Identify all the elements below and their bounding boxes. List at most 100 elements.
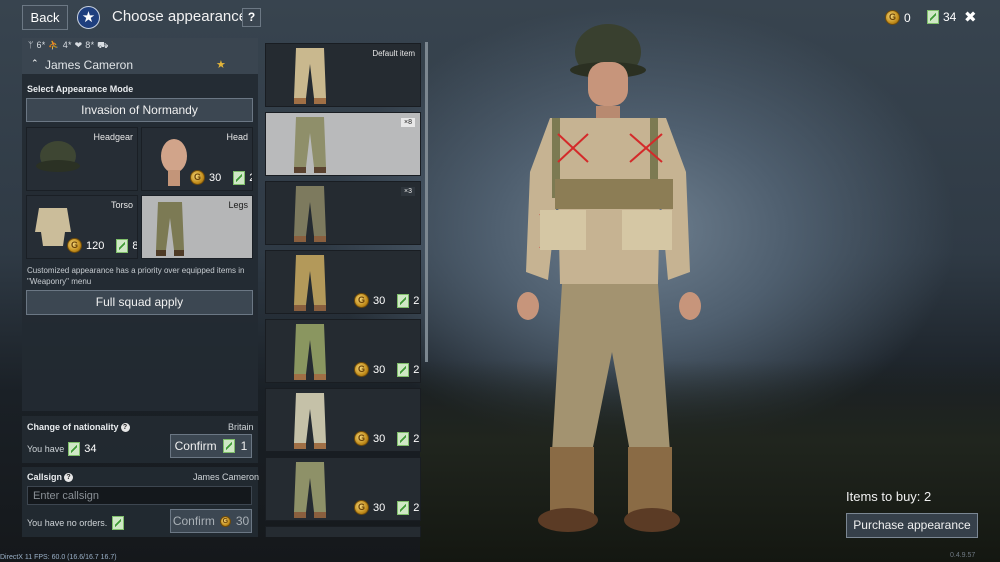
gold-cost: 30 — [373, 432, 386, 445]
slot-label: Torso — [110, 200, 133, 210]
ticket-icon — [397, 500, 410, 515]
item-price: G 30 2 — [354, 500, 419, 515]
confirm-cost: 1 — [240, 439, 248, 453]
gold-coin-icon: G — [354, 293, 369, 308]
item-variant[interactable]: ×3 — [265, 181, 421, 245]
ticket-cost: 2 — [249, 172, 252, 184]
nationality-title: Change of nationality? — [27, 422, 130, 433]
slot-headgear[interactable]: Headgear — [26, 127, 138, 191]
full-squad-apply-button[interactable]: Full squad apply — [26, 290, 253, 315]
soldier-stats: ᛘ 6* ⛹ 4* ❤ 8* ⛟ — [28, 40, 109, 50]
callsign-input[interactable] — [27, 486, 252, 505]
close-icon[interactable]: ✖ — [964, 8, 977, 26]
appearance-mode-select[interactable]: Invasion of Normandy — [26, 98, 253, 122]
item-variant[interactable]: G 30 2 — [265, 457, 421, 521]
gold-coin-icon: G — [354, 362, 369, 377]
slot-torso[interactable]: Torso G 120 8 — [26, 195, 138, 259]
no-orders-text: You have no orders. — [27, 518, 108, 528]
trousers-icon — [294, 48, 326, 104]
you-have-amount: 34 — [84, 443, 97, 455]
item-default[interactable]: Default item — [265, 43, 421, 107]
item-price: G 30 2 — [354, 431, 419, 446]
item-variant[interactable]: ×8 — [265, 112, 421, 176]
gold-cost: 120 — [86, 239, 105, 252]
item-variant[interactable]: G 30 2 — [265, 388, 421, 452]
nationality-confirm-button[interactable]: Confirm 1 — [170, 434, 252, 458]
soldier-name: James Cameron — [45, 58, 134, 72]
items-to-buy: Items to buy: 2 — [846, 489, 932, 504]
tickets-balance: 34 — [927, 10, 956, 24]
item-price: G 30 2 — [354, 293, 419, 308]
callsign-title: Callsign? — [27, 472, 74, 483]
you-have-label: You have — [27, 444, 65, 454]
ticket-icon — [222, 439, 235, 453]
ticket-icon — [68, 442, 81, 456]
debug-fps-text: DirectX 11 FPS: 60.0 (16.6/16.7 16.7) — [0, 554, 117, 561]
ticket-icon — [397, 431, 410, 446]
gold-cost: 30 — [373, 294, 386, 307]
gold-coin-icon: G — [219, 515, 231, 527]
trousers-icon — [294, 393, 326, 449]
tickets-amount: 34 — [943, 10, 957, 24]
head-icon — [161, 139, 187, 186]
nationality-balance: You have 34 — [27, 442, 96, 456]
callsign-confirm-button[interactable]: Confirm G 30 — [170, 509, 252, 533]
item-list: Default item ×8 ×3 G 30 2 G 30 2 G 30 2 … — [263, 41, 423, 537]
ticket-cost: 2 — [413, 294, 420, 307]
ticket-icon — [233, 170, 246, 185]
gold-balance: G 0 — [885, 10, 911, 25]
trousers-icon — [156, 202, 184, 256]
ticket-cost: 8 — [132, 239, 138, 252]
confirm-label: Confirm — [174, 439, 217, 453]
confirm-label: Confirm — [172, 514, 215, 528]
gold-coin-icon: G — [354, 500, 369, 515]
item-list-scrollbar[interactable] — [425, 42, 428, 362]
torso-price: G 120 8 — [67, 238, 138, 253]
help-icon[interactable]: ? — [64, 473, 74, 483]
nationality-title-text: Change of nationality — [27, 422, 119, 432]
slot-legs[interactable]: Legs — [141, 195, 253, 259]
purchase-appearance-button[interactable]: Purchase appearance — [846, 513, 978, 538]
nationality-country: Britain — [228, 422, 254, 432]
appearance-mode-label: Select Appearance Mode — [27, 84, 134, 94]
slot-label: Legs — [228, 200, 248, 210]
helmet-icon — [36, 141, 80, 172]
help-button[interactable]: ? — [242, 8, 261, 27]
head-price: G 30 2 — [190, 170, 252, 185]
count-badge: ×8 — [401, 118, 415, 127]
confirm-cost: 30 — [235, 514, 250, 528]
gold-amount: 0 — [904, 10, 911, 25]
gold-cost: 30 — [373, 363, 386, 376]
ticket-icon — [116, 238, 129, 253]
trousers-icon — [294, 186, 326, 242]
slot-head[interactable]: Head G 30 2 — [141, 127, 253, 191]
chevron-up-icon[interactable]: ⌃ — [31, 58, 39, 69]
gold-coin-icon: G — [190, 170, 205, 185]
item-variant[interactable]: G 30 2 — [265, 250, 421, 314]
help-icon[interactable]: ? — [120, 423, 130, 433]
back-button[interactable]: Back — [22, 5, 68, 30]
trousers-icon — [294, 255, 326, 311]
ticket-icon — [397, 362, 410, 377]
page-title: Choose appearance — [112, 8, 248, 25]
item-variant[interactable]: G 30 2 — [265, 319, 421, 383]
ticket-icon — [927, 10, 939, 24]
trousers-icon — [294, 462, 326, 518]
ticket-cost: 2 — [413, 501, 420, 514]
trousers-icon — [294, 117, 326, 173]
slot-label: Head — [226, 132, 248, 142]
gold-coin-icon: G — [67, 238, 82, 253]
count-badge: ×3 — [401, 187, 415, 196]
ticket-icon — [397, 293, 410, 308]
callsign-current: James Cameron — [193, 472, 260, 482]
gold-cost: 30 — [373, 501, 386, 514]
soldier-model — [517, 24, 701, 532]
star-icon: ★ — [216, 59, 226, 71]
ticket-cost: 2 — [413, 432, 420, 445]
gold-cost: 30 — [209, 171, 222, 184]
item-price: G 30 2 — [354, 362, 419, 377]
item-variant[interactable] — [265, 526, 421, 537]
us-star-icon: ★ — [77, 6, 100, 29]
priority-note: Customized appearance has a priority ove… — [27, 266, 245, 286]
callsign-orders: You have no orders. — [27, 516, 125, 530]
